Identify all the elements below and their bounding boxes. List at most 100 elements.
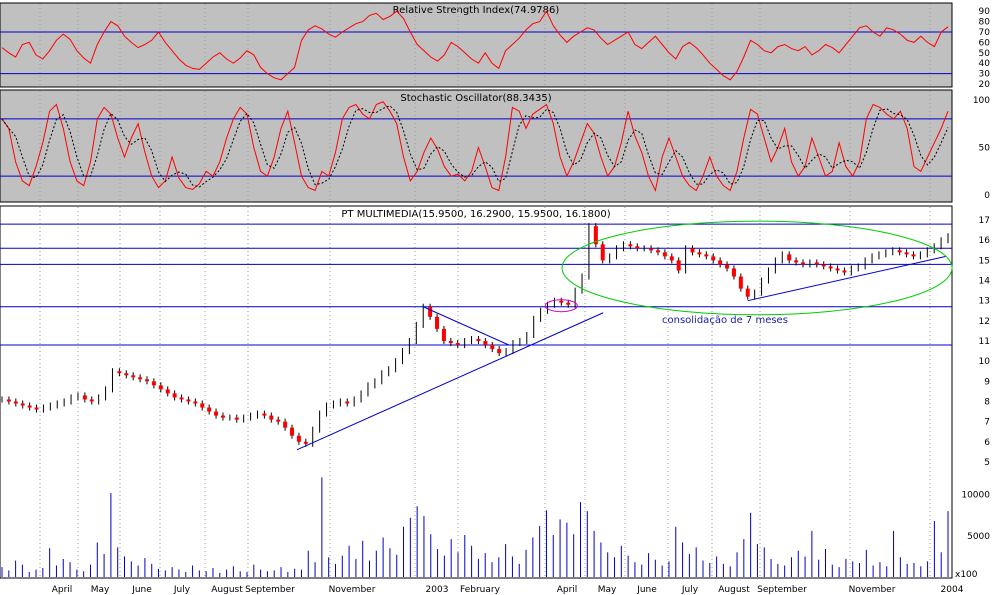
price-down-bar <box>138 377 143 380</box>
rsi-y-tick-label: 70 <box>979 28 991 38</box>
price-down-bar <box>82 395 87 400</box>
price-down-bar <box>34 407 39 410</box>
price-down-bar <box>787 254 792 261</box>
price-down-bar <box>20 403 25 406</box>
x-tick-label: July <box>173 585 191 595</box>
price-down-bar <box>131 375 136 378</box>
rsi-y-tick-label: 90 <box>979 7 991 17</box>
price-down-bar <box>441 328 446 342</box>
stochastic-panel: Stochastic Oscillator(88.3435) <box>0 89 953 203</box>
price-down-bar <box>283 421 288 428</box>
price-y-tick-label: 13 <box>979 297 990 307</box>
price-y-tick-label: 16 <box>979 236 991 246</box>
price-y-tick-label: 12 <box>979 317 990 327</box>
price-down-bar <box>669 256 674 261</box>
price-y-tick-label: 6 <box>984 438 990 448</box>
price-down-bar <box>6 399 11 402</box>
price-down-bar <box>262 413 267 416</box>
annotation-layer: consolidação de 7 meses <box>662 315 788 326</box>
x-tick-label: August <box>211 585 243 595</box>
price-title: PT MULTIMEDIA(15.9500, 16.2900, 15.9500,… <box>341 209 610 220</box>
x-tick-label: November <box>329 585 376 595</box>
rsi-y-tick-label: 30 <box>979 70 991 80</box>
price-down-bar <box>483 341 488 346</box>
stock-chart: Relative Strength Index(74.9786) Stochas… <box>0 2 991 595</box>
price-down-bar <box>165 389 170 394</box>
price-y-tick-label: 7 <box>984 418 990 428</box>
price-down-bar <box>697 252 702 255</box>
volume-y-tick-label: 10000 <box>961 491 990 501</box>
price-y-tick-label: 5 <box>984 458 990 468</box>
price-down-bar <box>345 401 350 404</box>
price-down-bar <box>428 306 433 317</box>
price-down-bar <box>649 248 654 251</box>
price-down-bar <box>904 252 909 255</box>
price-y-tick-label: 8 <box>984 397 990 407</box>
price-down-bar <box>448 341 453 344</box>
price-down-bar <box>745 288 750 297</box>
price-down-bar <box>476 339 481 342</box>
price-y-tick-label: 17 <box>979 216 990 226</box>
x-tick-label: April <box>52 585 73 595</box>
x-tick-label: September <box>757 585 807 595</box>
price-down-bar <box>842 270 847 273</box>
price-down-bar <box>276 419 281 422</box>
x-tick-label: May <box>91 585 110 595</box>
volume-y-tick-label: 5000 <box>967 532 990 542</box>
rsi-y-tick-label: 20 <box>979 80 991 90</box>
consolidation-annotation: consolidação de 7 meses <box>662 315 788 326</box>
x-tick-label: November <box>849 585 896 595</box>
price-down-bar <box>455 343 460 346</box>
price-down-bar <box>200 403 205 408</box>
price-down-bar <box>269 415 274 420</box>
price-down-bar <box>600 244 605 261</box>
price-down-bar <box>89 399 94 402</box>
price-down-bar <box>835 268 840 271</box>
x-tick-label: April <box>557 585 578 595</box>
price-down-bar <box>800 262 805 265</box>
rsi-y-tick-label: 40 <box>979 59 991 69</box>
price-down-bar <box>814 262 819 265</box>
x-tick-label: June <box>636 585 657 595</box>
x-tick-label: July <box>681 585 699 595</box>
rsi-title: Relative Strength Index(74.9786) <box>393 5 560 16</box>
price-y-tick-label: 14 <box>979 277 991 287</box>
price-down-bar <box>296 435 301 442</box>
price-down-bar <box>911 254 916 257</box>
price-down-bar <box>794 260 799 263</box>
x-tick-label: 2003 <box>426 585 449 595</box>
price-down-bar <box>145 379 150 382</box>
price-y-tick-label: 9 <box>984 377 990 387</box>
stochastic-y-tick-label: 50 <box>979 144 991 154</box>
price-down-bar <box>676 260 681 271</box>
price-down-bar <box>290 427 295 436</box>
price-down-bar <box>435 316 440 329</box>
price-down-bar <box>897 250 902 253</box>
price-down-bar <box>303 441 308 444</box>
rsi-y-tick-label: 60 <box>979 38 991 48</box>
price-down-bar <box>207 407 212 412</box>
x-tick-label: 2004 <box>941 585 964 595</box>
price-down-bar <box>158 385 163 390</box>
price-y-tick-label: 11 <box>979 337 990 347</box>
price-y-tick-label: 15 <box>979 256 990 266</box>
x-tick-label: February <box>460 585 501 595</box>
price-down-bar <box>566 302 571 305</box>
price-down-bar <box>725 264 730 269</box>
x-tick-label: June <box>131 585 152 595</box>
x-tick-label: August <box>718 585 750 595</box>
price-panel: PT MULTIMEDIA(15.9500, 16.2900, 15.9500,… <box>0 205 953 579</box>
price-down-bar <box>635 246 640 249</box>
volume-unit-label: x100 <box>955 570 978 580</box>
price-panel-background <box>0 205 953 579</box>
price-down-bar <box>214 411 219 416</box>
price-down-bar <box>124 373 129 376</box>
price-down-bar <box>193 401 198 404</box>
price-down-bar <box>13 401 18 404</box>
price-down-bar <box>234 417 239 420</box>
price-down-bar <box>186 399 191 402</box>
price-down-bar <box>151 381 156 386</box>
price-down-bar <box>690 248 695 253</box>
stochastic-panel-background <box>0 89 953 203</box>
price-down-bar <box>179 397 184 400</box>
